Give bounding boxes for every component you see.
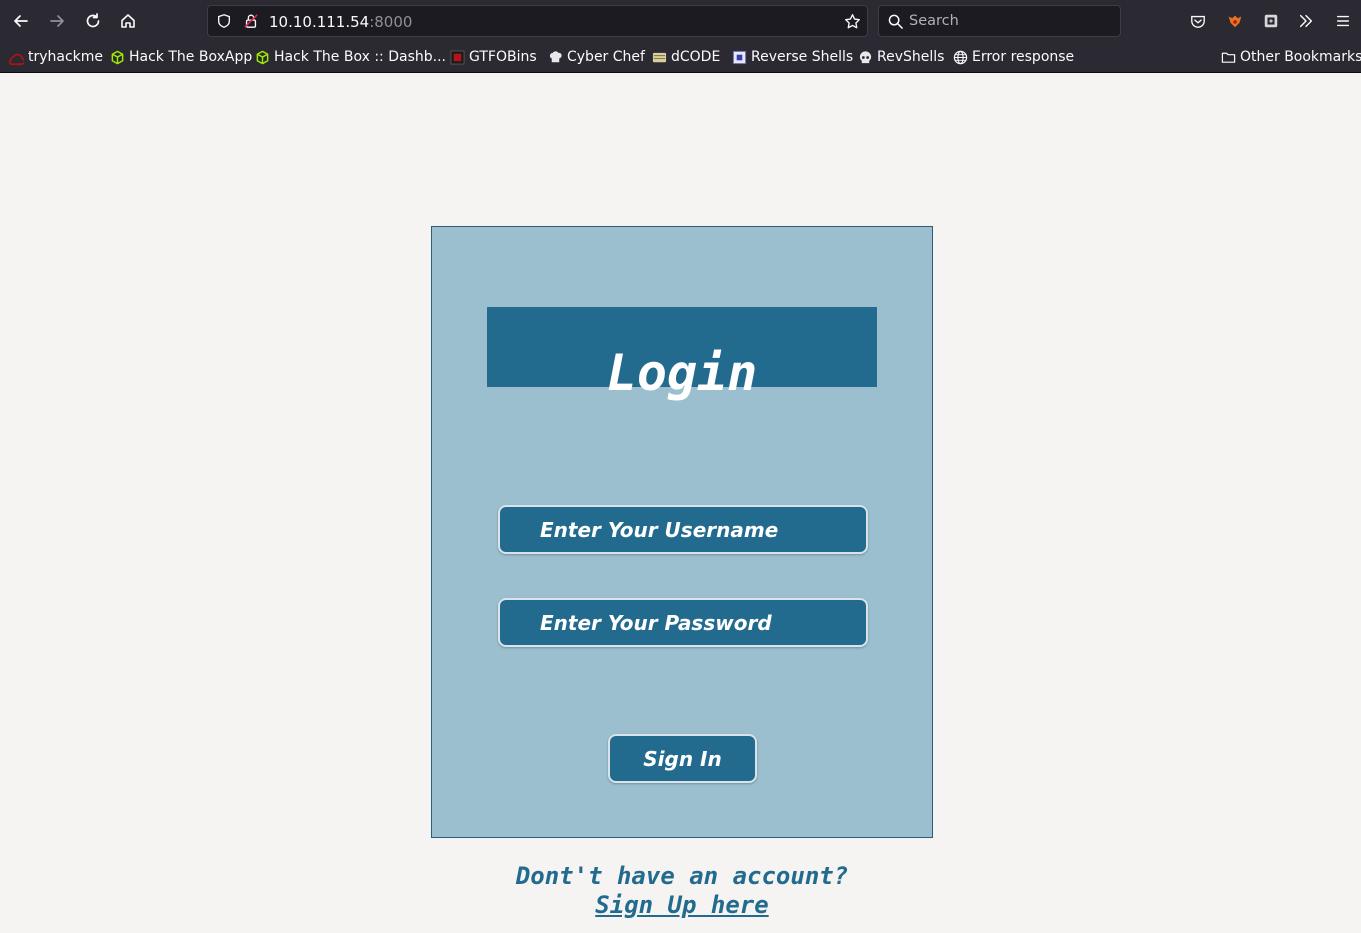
bookmark-label: Error response xyxy=(972,49,1075,65)
search-placeholder: Search xyxy=(909,13,959,29)
bookmark-cyberchef[interactable]: Cyber Chef xyxy=(548,47,645,67)
foxyproxy-icon[interactable] xyxy=(1225,11,1245,31)
bookmark-label: Hack The Box :: Dashb... xyxy=(274,49,446,65)
htb-cube-icon xyxy=(110,50,125,65)
browser-toolbar: 10.10.111.54:8000 Search xyxy=(0,0,1361,42)
reverse-shells-icon xyxy=(732,50,747,65)
bookmark-label: Hack The BoxApp xyxy=(129,49,253,65)
url-text[interactable]: 10.10.111.54:8000 xyxy=(269,13,412,31)
reload-button[interactable] xyxy=(79,7,107,35)
back-button[interactable] xyxy=(7,7,35,35)
url-port: :8000 xyxy=(369,13,413,31)
bookmark-gtfobins[interactable]: GTFOBins xyxy=(450,47,537,67)
bookmark-label: GTFOBins xyxy=(469,49,537,65)
back-arrow-icon xyxy=(14,15,28,27)
overflow-chevrons-icon[interactable] xyxy=(1297,12,1315,30)
username-input[interactable] xyxy=(498,505,868,554)
reload-icon xyxy=(86,13,100,28)
bookmark-label: tryhackme xyxy=(28,49,104,65)
bookmark-error-response[interactable]: Error response xyxy=(953,47,1074,67)
login-card: Login Sign In xyxy=(431,226,933,838)
pocket-icon[interactable] xyxy=(1189,12,1207,30)
url-host: 10.10.111.54 xyxy=(269,13,370,31)
search-icon xyxy=(887,13,903,29)
dcode-icon xyxy=(652,50,667,65)
gtfobins-icon xyxy=(450,49,465,65)
bookmark-star-icon[interactable] xyxy=(843,12,861,30)
bookmark-label: Reverse Shells xyxy=(751,49,854,65)
home-icon xyxy=(121,14,135,28)
shield-icon[interactable] xyxy=(215,12,233,30)
chef-hat-icon xyxy=(548,50,563,65)
other-bookmarks-label: Other Bookmarks xyxy=(1240,49,1361,65)
sign-up-link[interactable]: Sign Up here xyxy=(595,891,768,919)
bookmark-label: Cyber Chef xyxy=(567,49,645,65)
forward-arrow-icon xyxy=(50,15,64,27)
bookmark-tryhackme[interactable]: tryhackme xyxy=(9,47,103,67)
search-bar[interactable]: Search xyxy=(878,5,1121,37)
bookmark-label: dCODE xyxy=(671,49,721,65)
bookmark-reverse-shells[interactable]: Reverse Shells xyxy=(732,47,853,67)
globe-icon xyxy=(953,50,968,65)
folder-icon xyxy=(1221,50,1236,65)
insecure-lock-icon[interactable] xyxy=(242,12,260,30)
tryhackme-icon xyxy=(9,50,24,65)
extension-icon[interactable] xyxy=(1262,12,1280,30)
signup-link-container: Sign Up here xyxy=(431,890,933,920)
hamburger-menu-icon[interactable] xyxy=(1334,12,1352,30)
bookmark-label: RevShells xyxy=(877,49,945,65)
password-input[interactable] xyxy=(498,598,868,647)
skull-icon xyxy=(858,50,873,65)
other-bookmarks-folder[interactable]: Other Bookmarks xyxy=(1221,47,1361,67)
sign-in-button[interactable]: Sign In xyxy=(608,734,757,783)
bookmark-dcode[interactable]: dCODE xyxy=(652,47,720,67)
bookmark-revshells[interactable]: RevShells xyxy=(858,47,944,67)
url-bar[interactable]: 10.10.111.54:8000 xyxy=(207,5,868,37)
forward-button[interactable] xyxy=(43,7,71,35)
login-title: Login xyxy=(606,344,758,402)
home-button[interactable] xyxy=(114,7,142,35)
bookmark-htb-dashboard[interactable]: Hack The Box :: Dashb... xyxy=(255,47,446,67)
htb-cube-icon xyxy=(255,50,270,65)
bookmark-htb-app[interactable]: Hack The BoxApp xyxy=(110,47,252,67)
no-account-text: Dont't have an account? xyxy=(515,862,849,890)
